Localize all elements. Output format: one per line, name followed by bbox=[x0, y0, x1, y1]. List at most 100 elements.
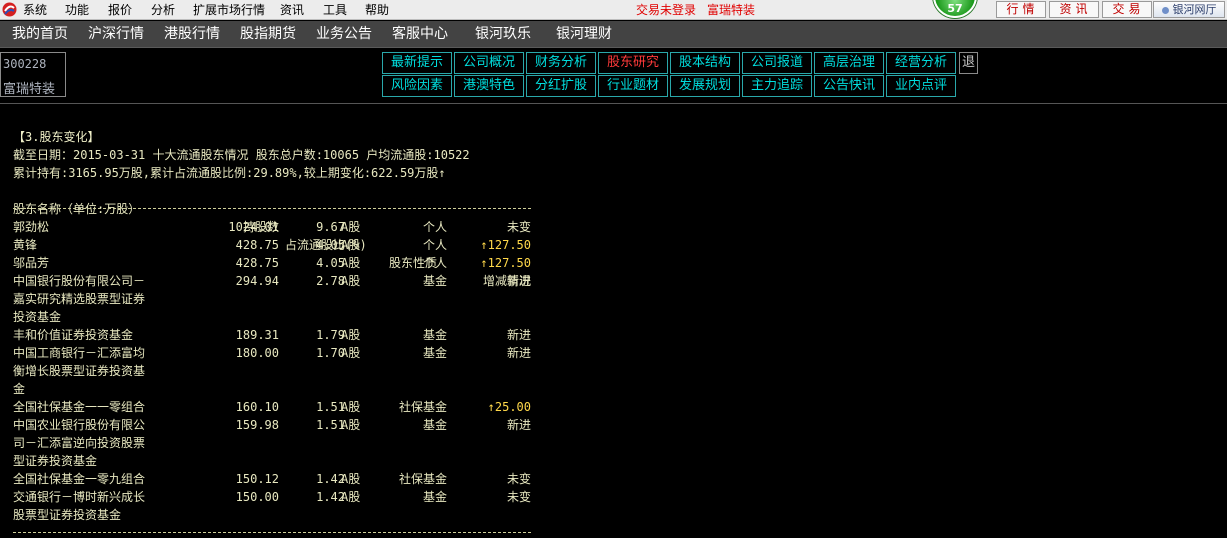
f10-tab-row2-4[interactable]: 发展规划 bbox=[670, 75, 740, 97]
table-row[interactable]: 丰和价值证券投资基金 189.31 1.79 A股 基金 新进 bbox=[13, 326, 533, 344]
shareholder-name: 股票型证券投资基金 bbox=[13, 508, 122, 522]
share-type: A股 bbox=[341, 274, 361, 288]
shares-held: 180.00 bbox=[235, 346, 279, 360]
float-ratio: 2.78 bbox=[316, 274, 345, 288]
menu-item-function[interactable]: 功能 bbox=[65, 2, 89, 18]
stock-id-box[interactable]: 300228 富瑞特装 bbox=[0, 52, 66, 97]
f10-tab-row2-7[interactable]: 业内点评 bbox=[886, 75, 956, 97]
menu-item-analysis[interactable]: 分析 bbox=[151, 2, 175, 18]
table-row[interactable]: 全国社保基金一一零组合 160.10 1.51 A股 社保基金 ↑25.00 bbox=[13, 398, 533, 416]
summary-holdings-line: 累计持有:3165.95万股,累计占流通股比例:29.89%,较上期变化:622… bbox=[13, 166, 446, 180]
f10-tab-row1-7[interactable]: 经营分析 bbox=[886, 52, 956, 74]
stock-code: 300228 bbox=[3, 57, 47, 71]
shareholder-name: 型证券投资基金 bbox=[13, 454, 98, 468]
menu-bar: 系统 功能 报价 分析 扩展市场行情 资讯 工具 帮助 交易未登录 富瑞特装 5… bbox=[0, 0, 1227, 20]
shares-held: 428.75 bbox=[235, 256, 279, 270]
f10-tab-row2-2[interactable]: 分红扩股 bbox=[526, 75, 596, 97]
shares-held: 1024.01 bbox=[228, 220, 279, 234]
float-ratio: 1.42 bbox=[316, 490, 345, 504]
holding-change: ↑127.50 bbox=[480, 256, 531, 270]
stock-name: 富瑞特装 bbox=[3, 82, 56, 97]
holder-nature: 基金 bbox=[422, 490, 447, 504]
float-ratio: 1.51 bbox=[316, 400, 345, 414]
nav-index-futures[interactable]: 股指期货 bbox=[240, 21, 296, 48]
shareholder-name: 全国社保基金一零九组合 bbox=[13, 472, 146, 486]
holding-change: 未变 bbox=[506, 472, 531, 486]
table-row[interactable]: 交通银行－博时新兴成长 股票型证券投资基金 150.00 1.42 A股 基金 未变 bbox=[13, 488, 533, 524]
exit-button[interactable]: 退 bbox=[959, 52, 978, 74]
nav-hk-quotes[interactable]: 港股行情 bbox=[164, 21, 220, 48]
shareholder-name: 全国社保基金一一零组合 bbox=[13, 400, 146, 414]
f10-tab-row1-6[interactable]: 高层治理 bbox=[814, 52, 884, 74]
shares-held: 150.12 bbox=[235, 472, 279, 486]
nav-customer-service[interactable]: 客服中心 bbox=[392, 21, 448, 48]
shareholder-name: 投资基金 bbox=[13, 310, 62, 324]
f10-tab-row1-1[interactable]: 公司概况 bbox=[454, 52, 524, 74]
menu-item-info[interactable]: 资讯 bbox=[280, 2, 304, 18]
float-ratio: 1.79 bbox=[316, 328, 345, 342]
f10-tab-row2-6[interactable]: 公告快讯 bbox=[814, 75, 884, 97]
section-title: 【3.股东变化】 bbox=[13, 130, 100, 144]
shareholder-name: 衡增长股票型证券投资基 bbox=[13, 364, 146, 378]
notification-badge[interactable]: 57 bbox=[933, 0, 977, 18]
shareholder-name: 金 bbox=[13, 382, 26, 396]
share-type: A股 bbox=[341, 238, 361, 252]
share-type: A股 bbox=[341, 328, 361, 342]
table-row[interactable]: 中国银行股份有限公司－ 嘉实研究精选股票型证券 投资基金 294.94 2.78 A股 基金… bbox=[13, 272, 533, 326]
nav-announcements[interactable]: 业务公告 bbox=[316, 21, 372, 48]
holder-nature: 个人 bbox=[422, 238, 447, 252]
f10-tab-row1-5[interactable]: 公司报道 bbox=[742, 52, 812, 74]
holding-change: 未变 bbox=[506, 220, 531, 234]
menu-item-system[interactable]: 系统 bbox=[23, 2, 47, 18]
float-ratio: 1.70 bbox=[316, 346, 345, 360]
trade-button[interactable]: 交易 bbox=[1102, 1, 1152, 18]
f10-tab-row1-0[interactable]: 最新提示 bbox=[382, 52, 452, 74]
float-ratio: 1.51 bbox=[316, 418, 345, 432]
shareholder-name: 丰和价值证券投资基金 bbox=[13, 328, 134, 342]
f10-tab-row1-4[interactable]: 股本结构 bbox=[670, 52, 740, 74]
share-type: A股 bbox=[341, 346, 361, 360]
table-row[interactable]: 中国工商银行－汇添富均 衡增长股票型证券投资基金 180.00 1.70 A股 基金 新进 bbox=[13, 344, 533, 398]
share-type: A股 bbox=[341, 418, 361, 432]
holder-nature: 个人 bbox=[422, 256, 447, 270]
info-button[interactable]: 资讯 bbox=[1049, 1, 1099, 18]
login-status[interactable]: 交易未登录 bbox=[636, 2, 696, 18]
share-type: A股 bbox=[341, 400, 361, 414]
shareholder-name: 黄锋 bbox=[13, 238, 38, 252]
table-row[interactable]: 郭劲松 1024.01 9.67 A股 个人 未变 bbox=[13, 218, 533, 236]
table-row[interactable]: 全国社保基金一零九组合 150.12 1.42 A股 社保基金 未变 bbox=[13, 470, 533, 488]
table-row[interactable]: 黄锋 428.75 4.05 A股 个人 ↑127.50 bbox=[13, 236, 533, 254]
f10-tab-row2-5[interactable]: 主力追踪 bbox=[742, 75, 812, 97]
float-ratio: 4.05 bbox=[316, 238, 345, 252]
nav-home[interactable]: 我的首页 bbox=[12, 21, 68, 48]
nav-sh-sz-quotes[interactable]: 沪深行情 bbox=[88, 21, 144, 48]
header-name: 股东名称（单位:万股） bbox=[13, 202, 141, 216]
menu-item-tools[interactable]: 工具 bbox=[323, 2, 347, 18]
shares-held: 189.31 bbox=[235, 328, 279, 342]
f10-tab-row2-0[interactable]: 风险因素 bbox=[382, 75, 452, 97]
f10-tab-row1-2[interactable]: 财务分析 bbox=[526, 52, 596, 74]
quote-button[interactable]: 行情 bbox=[996, 1, 1046, 18]
holding-change: 新进 bbox=[506, 346, 531, 360]
holding-change: ↑25.00 bbox=[487, 400, 531, 414]
table-row[interactable]: 中国农业银行股份有限公 司－汇添富逆向投资股票 型证券投资基金 159.98 1.51 A… bbox=[13, 416, 533, 470]
f10-tab-row2-3[interactable]: 行业题材 bbox=[598, 75, 668, 97]
online-hall-button[interactable]: 银河网厅 bbox=[1153, 1, 1225, 18]
menu-item-quote[interactable]: 报价 bbox=[108, 2, 132, 18]
shareholder-name: 中国农业银行股份有限公 bbox=[13, 418, 146, 432]
float-ratio: 4.05 bbox=[316, 256, 345, 270]
f10-tab-row1-3[interactable]: 股东研究 bbox=[598, 52, 668, 74]
table-row[interactable]: 邬品芳 428.75 4.05 A股 个人 ↑127.50 bbox=[13, 254, 533, 272]
summary-date-line: 截至日期：2015-03-31 十大流通股东情况 股东总户数:10065 户均流… bbox=[13, 148, 470, 162]
table-header-separator bbox=[13, 208, 531, 209]
holding-change: ↑127.50 bbox=[480, 238, 531, 252]
nav-galaxy-joy[interactable]: 银河玖乐 bbox=[475, 21, 531, 48]
f10-tab-row2-1[interactable]: 港澳特色 bbox=[454, 75, 524, 97]
menu-item-extended-market[interactable]: 扩展市场行情 bbox=[193, 2, 265, 18]
holder-nature: 基金 bbox=[422, 328, 447, 342]
nav-galaxy-wealth[interactable]: 银河理财 bbox=[556, 21, 612, 48]
menu-item-help[interactable]: 帮助 bbox=[365, 2, 389, 18]
shareholder-name: 中国银行股份有限公司－ bbox=[13, 274, 146, 288]
nav-bar: 我的首页 沪深行情 港股行情 股指期货 业务公告 客服中心 银河玖乐 银河理财 bbox=[0, 21, 1227, 48]
shares-held: 160.10 bbox=[235, 400, 279, 414]
